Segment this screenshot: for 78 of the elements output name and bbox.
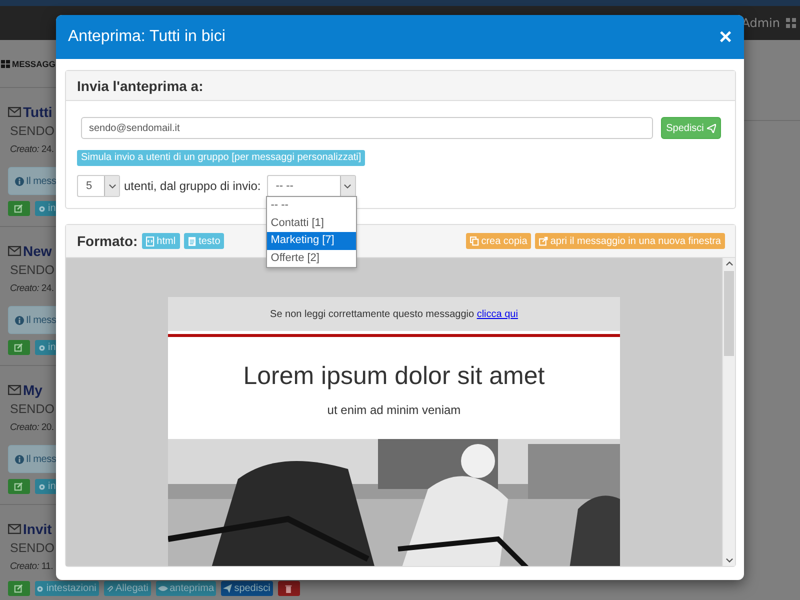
envelope-icon <box>8 385 21 395</box>
edit-button[interactable] <box>8 201 30 216</box>
dropdown-option[interactable]: Contatti [1] <box>266 214 356 232</box>
gear-icon <box>38 204 46 212</box>
chevron-down-icon[interactable] <box>726 558 732 563</box>
message-title[interactable]: Tutti <box>23 104 52 120</box>
alert-text: Il mess <box>26 314 56 326</box>
gear-icon <box>38 482 46 490</box>
section-heading: MESSAGG <box>12 58 56 68</box>
pencil-icon <box>14 204 23 213</box>
paper-plane-icon <box>706 124 716 132</box>
trash-icon <box>285 584 292 592</box>
settings-button[interactable]: intestazioni <box>35 581 99 596</box>
message-title[interactable]: Invit <box>23 521 52 537</box>
close-button[interactable]: × <box>719 26 732 48</box>
pencil-icon <box>14 343 23 352</box>
created-date: Creato: 20. <box>9 421 54 435</box>
paperclip-icon <box>106 584 114 592</box>
message-title[interactable]: My <box>23 382 42 398</box>
chevron-up-icon[interactable] <box>726 261 732 266</box>
external-link-icon <box>539 236 548 246</box>
alert-text: Il mess <box>26 176 56 186</box>
dropdown-option[interactable]: Offerte [2] <box>266 250 356 267</box>
grid-icon[interactable] <box>786 18 796 28</box>
dropdown-option[interactable]: -- -- <box>266 197 356 214</box>
scroll-thumb[interactable] <box>724 271 734 356</box>
info-icon <box>15 176 24 186</box>
click-here-link[interactable]: clicca qui <box>476 308 518 320</box>
format-label: Formato: <box>77 233 138 249</box>
message-sender: SENDO <box>9 401 54 418</box>
copy-icon <box>470 236 480 246</box>
count-label: utenti, dal gruppo di invio: <box>124 179 261 193</box>
created-date: Creato: 11. <box>9 560 54 574</box>
eye-icon <box>158 585 168 592</box>
pencil-icon <box>14 584 23 593</box>
envelope-icon <box>8 246 21 256</box>
notice-text: Se non leggi correttamente questo messaggio clicca qui <box>270 308 518 320</box>
panel-heading: Invia l'anteprima a: <box>77 78 204 94</box>
email-subtitle: ut enim ad minim veniam <box>327 403 461 417</box>
caret-icon <box>108 184 116 188</box>
message-title[interactable]: New <box>23 243 52 259</box>
message-sender: SENDO <box>9 262 54 279</box>
message-sender: SENDO <box>9 540 54 557</box>
preview-button[interactable]: anteprima <box>156 581 216 596</box>
html-button[interactable]: html <box>142 233 180 249</box>
grid-icon <box>1 60 10 68</box>
attachments-button[interactable]: Allegati <box>104 581 152 596</box>
text-file-icon <box>188 236 197 246</box>
message-sender: SENDO <box>9 123 54 140</box>
edit-button[interactable] <box>8 479 30 494</box>
group-simulation-label: Simula invio a utenti di un gruppo [per messaggi personalizzati] <box>77 150 366 166</box>
paper-plane-icon <box>223 584 232 593</box>
caret-icon <box>344 184 352 188</box>
email-headline: Lorem ipsum dolor sit amet <box>243 362 545 391</box>
group-select[interactable]: -- -- <box>266 175 356 197</box>
alert-text: Il mess <box>26 454 56 464</box>
created-date: Creato: 24. <box>9 282 54 296</box>
send-button[interactable]: Spedisci <box>661 117 721 139</box>
gear-icon <box>38 344 46 352</box>
gear-icon <box>36 584 44 592</box>
email-field[interactable]: sendo@sendomail.it <box>81 117 653 139</box>
info-icon <box>15 454 24 464</box>
created-date: Creato: 24. <box>9 143 54 157</box>
code-file-icon <box>146 236 155 246</box>
edit-button[interactable] <box>8 581 30 596</box>
envelope-icon <box>8 107 21 117</box>
delete-button[interactable] <box>278 581 300 596</box>
scrollbar[interactable] <box>722 258 735 566</box>
text-button[interactable]: testo <box>184 233 224 249</box>
dropdown-option[interactable]: Marketing [7] <box>266 232 356 250</box>
count-select[interactable]: 5 <box>77 175 120 197</box>
info-icon <box>15 316 24 324</box>
envelope-icon <box>8 524 21 534</box>
edit-button[interactable] <box>8 340 30 355</box>
pencil-icon <box>14 482 23 491</box>
dialog-title: Anteprima: Tutti in bici <box>68 28 226 46</box>
user-name[interactable]: Admin <box>742 16 780 30</box>
send-button[interactable]: spedisci <box>221 581 274 596</box>
